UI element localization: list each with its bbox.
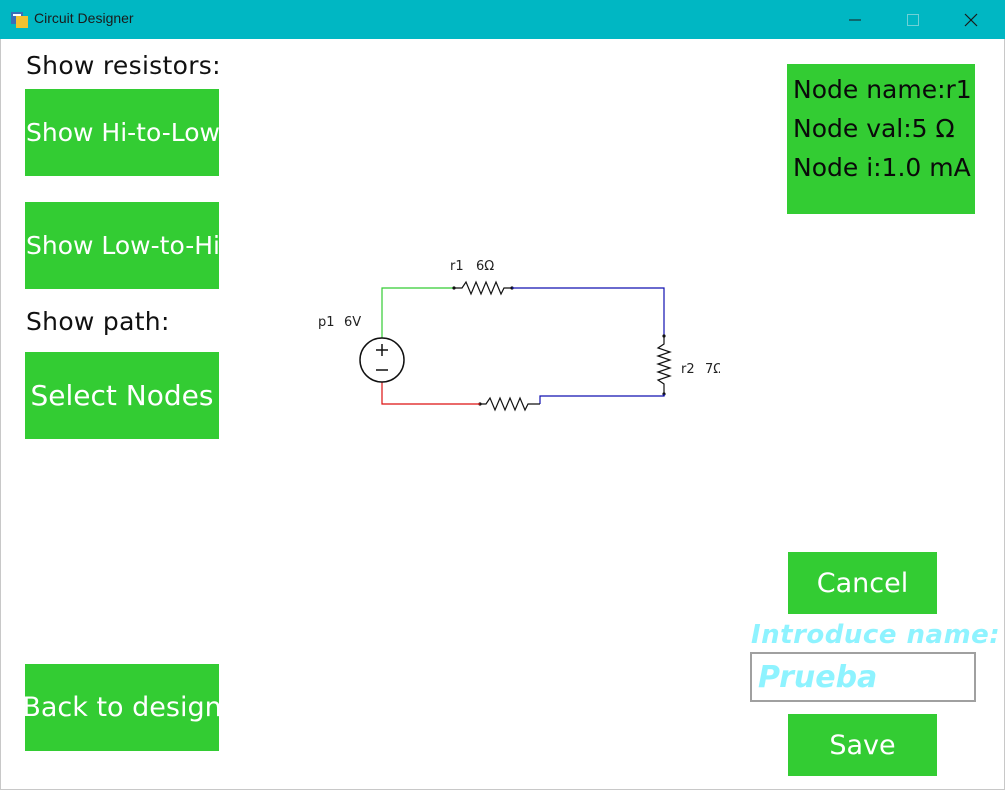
minimize-button[interactable] [826,0,884,39]
wire-green[interactable] [381,287,454,340]
r1-label: r1 [450,259,464,274]
window-border-left [0,39,1,790]
save-button[interactable]: Save [788,714,937,776]
r2-value: 7Ω [705,362,720,377]
node-name-text: Node name:r1 [793,75,972,104]
voltage-source-icon[interactable] [359,337,405,383]
node-current-text: Node i:1.0 mA [793,153,971,182]
minimize-icon [849,19,861,21]
source-value: 6V [344,315,361,330]
show-low-to-hi-button[interactable]: Show Low-to-Hi [25,202,219,289]
r2-label: r2 [681,362,695,377]
wire-red[interactable] [381,381,480,405]
resistor-bottom[interactable] [480,396,540,412]
introduce-name-label: Introduce name: [751,620,1001,650]
wire-blue-bottom[interactable] [539,394,665,404]
r2-terminal-top [662,334,666,338]
maximize-button[interactable] [884,0,942,39]
window-title: Circuit Designer [34,10,134,26]
title-bar: Circuit Designer [0,0,1005,39]
circuit-canvas[interactable]: p1 6V r1 6Ω r2 7Ω [300,240,720,420]
show-hi-to-low-button[interactable]: Show Hi-to-Low [25,89,219,176]
show-resistors-label: Show resistors: [26,51,221,80]
node-info-panel: Node name:r1 Node val:5 Ω Node i:1.0 mA [787,64,975,214]
r1-terminal-left [452,286,456,290]
wire-blue-top[interactable] [512,287,665,336]
r1-value: 6Ω [476,259,494,274]
app-icon [11,12,28,28]
close-button[interactable] [942,0,1000,39]
source-label: p1 [318,315,335,330]
maximize-icon [907,14,919,26]
resistor-r2[interactable] [656,336,672,394]
cancel-button[interactable]: Cancel [788,552,937,614]
select-nodes-button[interactable]: Select Nodes [25,352,219,439]
resistor-r1[interactable] [454,280,512,296]
show-path-label: Show path: [26,307,170,336]
back-to-design-button[interactable]: Back to design [25,664,219,751]
name-input[interactable] [750,652,976,702]
node-value-text: Node val:5 Ω [793,114,955,143]
close-icon [964,13,978,27]
